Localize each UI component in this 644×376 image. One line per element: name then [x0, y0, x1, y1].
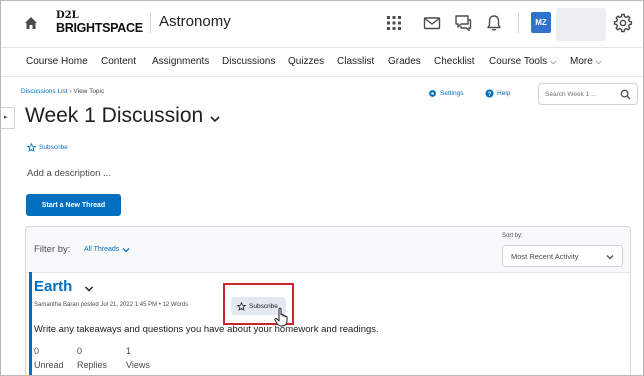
- breadcrumb-current: View Topic: [73, 88, 105, 95]
- search-input[interactable]: [545, 88, 615, 100]
- threads-panel: Filter by: All Threads Sort by: Most Rec…: [25, 226, 631, 375]
- chevron-down-icon[interactable]: [84, 285, 94, 293]
- breadcrumb-separator: ›: [69, 88, 72, 95]
- nav-assignments[interactable]: Assignments: [152, 56, 209, 67]
- thread-accent-bar: [29, 272, 32, 375]
- bell-icon[interactable]: [484, 13, 504, 33]
- nav-discussions[interactable]: Discussions: [222, 56, 275, 67]
- chevron-down-icon: [122, 247, 130, 252]
- stat-views-value: 1: [126, 346, 132, 356]
- app-window: D2L BRIGHTSPACE Astronomy MZ Course Home…: [0, 0, 644, 376]
- nav-course-tools[interactable]: Course Tools ⌵: [489, 56, 556, 67]
- search-topic-box: [538, 83, 638, 105]
- chevron-down-icon: ⌵: [550, 57, 557, 66]
- mail-icon[interactable]: [422, 13, 442, 33]
- divider: [518, 13, 519, 33]
- thread-meta: Samantha Baran posted Jul 21, 2022 1:45 …: [34, 302, 189, 308]
- add-description[interactable]: Add a description ...: [27, 168, 111, 179]
- sort-value: Most Recent Activity: [511, 251, 579, 261]
- nav-course-home[interactable]: Course Home: [26, 56, 88, 67]
- breadcrumb-discussions-list[interactable]: Discussions List: [21, 88, 68, 95]
- filter-bar: Filter by: All Threads Sort by: Most Rec…: [26, 227, 630, 273]
- sort-select[interactable]: Most Recent Activity: [502, 245, 623, 267]
- logo-d2l: D2L: [56, 10, 79, 21]
- chevron-down-icon: [606, 255, 614, 260]
- thread-body: Write any takeaways and questions you ha…: [34, 324, 379, 335]
- stat-unread-value: 0: [34, 346, 40, 356]
- course-navbar: Course Home Content Assignments Discussi…: [1, 47, 643, 77]
- course-title[interactable]: Astronomy: [159, 13, 231, 30]
- nav-classlist[interactable]: Classlist: [337, 56, 374, 67]
- logo-brightspace: BRIGHTSPACE: [56, 21, 143, 35]
- nav-more[interactable]: More ⌵: [570, 56, 602, 67]
- filter-dropdown[interactable]: All Threads: [84, 246, 130, 253]
- gear-icon[interactable]: [613, 13, 633, 33]
- breadcrumb: Discussions List › View Topic: [21, 88, 104, 95]
- nav-content[interactable]: Content: [101, 56, 136, 67]
- chat-icon[interactable]: [453, 13, 473, 33]
- divider: [150, 13, 151, 33]
- stat-replies-label: Replies: [77, 360, 108, 370]
- help-icon: ?: [485, 89, 494, 98]
- search-icon[interactable]: [620, 89, 631, 100]
- stat-views-label: Views: [126, 360, 150, 370]
- nav-grades[interactable]: Grades: [388, 56, 421, 67]
- top-bar: D2L BRIGHTSPACE Astronomy MZ: [1, 1, 643, 47]
- stat-unread-label: Unread: [34, 360, 64, 370]
- stat-replies-value: 0: [77, 346, 83, 356]
- help-link[interactable]: ? Help: [485, 89, 510, 98]
- chevron-down-icon[interactable]: [209, 114, 221, 124]
- star-icon: [27, 143, 36, 152]
- help-label: Help: [497, 90, 511, 97]
- filter-label: Filter by:: [34, 244, 71, 255]
- thread-title[interactable]: Earth: [34, 278, 72, 295]
- user-name-area[interactable]: [556, 8, 606, 41]
- home-icon[interactable]: [23, 15, 39, 31]
- subscribe-label: Subscribe: [39, 144, 68, 151]
- avatar[interactable]: MZ: [531, 12, 551, 33]
- chevron-down-icon: ⌵: [595, 57, 602, 66]
- nav-course-tools-label: Course Tools: [489, 56, 548, 67]
- page-title: Week 1 Discussion: [25, 104, 204, 127]
- filter-value: All Threads: [84, 246, 120, 253]
- nav-more-label: More: [570, 56, 593, 67]
- svg-text:?: ?: [488, 91, 492, 98]
- settings-link[interactable]: Settings: [428, 89, 464, 98]
- settings-label: Settings: [440, 90, 464, 97]
- brightspace-logo[interactable]: D2L BRIGHTSPACE: [56, 11, 143, 35]
- nav-checklist[interactable]: Checklist: [434, 56, 475, 67]
- course-selector-grid-icon[interactable]: [384, 13, 404, 33]
- side-panel-toggle[interactable]: [1, 107, 15, 129]
- subscribe-topic-link[interactable]: Subscribe: [27, 143, 68, 152]
- sort-label: Sort by:: [502, 233, 523, 239]
- start-new-thread-button[interactable]: Start a New Thread: [26, 194, 121, 216]
- nav-quizzes[interactable]: Quizzes: [288, 56, 324, 67]
- gear-icon: [429, 90, 436, 97]
